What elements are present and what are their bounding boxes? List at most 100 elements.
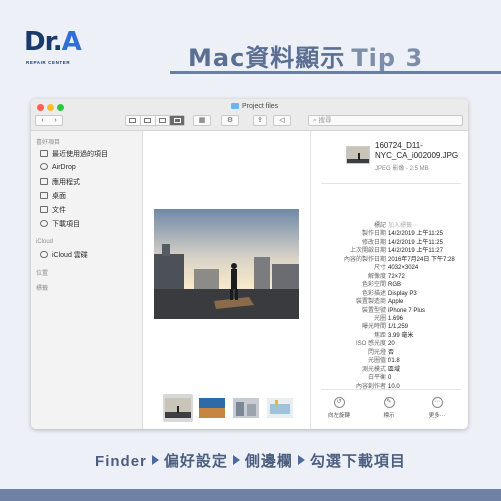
airdrop-icon: [40, 163, 48, 170]
sidebar-item-airdrop[interactable]: AirDrop: [40, 163, 76, 171]
metadata-value: f/1.8: [388, 358, 400, 365]
window-title: Project files: [231, 103, 278, 110]
logo-accent: A: [61, 27, 82, 57]
metadata-row: 上次開啟日期 14/2/2019 上午11:27: [311, 247, 468, 255]
metadata-value: 否: [388, 349, 395, 356]
metadata-key: ISO 感光度: [355, 341, 386, 348]
metadata-key: 解像度: [367, 273, 386, 280]
markup-icon: ✎: [383, 397, 395, 408]
metadata-value: RGB: [388, 282, 402, 289]
group-button[interactable]: ▦: [193, 115, 211, 126]
tip-number: Tip 3: [351, 44, 424, 72]
back-button[interactable]: ‹: [36, 116, 49, 125]
metadata-key: 標記: [373, 223, 386, 229]
icon-view-icon: [129, 118, 137, 123]
more-icon: ⋯: [431, 397, 443, 408]
documents-icon: [40, 206, 48, 213]
metadata-row: 光圈值 f/1.8: [311, 357, 468, 365]
metadata-row: 製作日期 14/2/2019 上午11:25: [311, 230, 468, 238]
downloads-icon: [40, 220, 48, 227]
thumbnail-2[interactable]: [199, 398, 225, 418]
minimize-window-button[interactable]: [47, 104, 54, 111]
gallery-view-icon: [173, 118, 181, 123]
metadata-value: 14/2/2019 上午11:27: [388, 248, 443, 255]
metadata-key: 曝光時間: [361, 324, 386, 331]
close-window-button[interactable]: [37, 104, 44, 111]
sidebar-item-icloud-drive[interactable]: iCloud 雲碟: [40, 250, 88, 260]
title-bar: Project files ‹ › ▦ ⚙ ⇪ ◁ ⌕ 搜尋: [31, 99, 468, 131]
zoom-window-button[interactable]: [57, 104, 64, 111]
thumbnail-4[interactable]: [267, 398, 293, 418]
metadata-value: 區域: [388, 366, 401, 373]
gallery-preview: [143, 131, 311, 429]
share-button[interactable]: ⇪: [253, 115, 267, 126]
metadata-key: 光圈值: [367, 358, 386, 365]
recents-icon: [40, 150, 48, 157]
more-button[interactable]: ⋯ 更多⋯: [417, 397, 457, 419]
metadata-value: 14/2/2019 上午11:25: [388, 239, 443, 246]
sidebar-section-tags: 標籤: [36, 286, 49, 292]
finder-window: Project files ‹ › ▦ ⚙ ⇪ ◁ ⌕ 搜尋 喜好項目 最近使用過…: [31, 99, 468, 429]
preview-image[interactable]: [154, 209, 299, 319]
list-view-button[interactable]: [141, 116, 156, 125]
step-sidebar: 側邊欄: [244, 453, 293, 470]
forward-button[interactable]: ›: [49, 116, 62, 125]
icloud-drive-icon: [40, 251, 48, 258]
sidebar-section-favorites: 喜好項目: [36, 140, 61, 146]
step-finder: Finder: [95, 453, 147, 470]
metadata-key: 尺寸: [373, 265, 386, 272]
gallery-view-button[interactable]: [170, 116, 184, 125]
divider: [321, 389, 461, 390]
metadata-value: 1/1,259: [388, 324, 409, 331]
metadata-row: 色彩空間 RGB: [311, 281, 468, 289]
metadata-key: 焦距: [373, 332, 386, 339]
add-tags-field[interactable]: 加入標籤⋯: [388, 222, 418, 230]
metadata-row: 內容的製作日期 2016年7月24日 下午7:28: [311, 256, 468, 264]
metadata-value: 72×72: [388, 273, 405, 280]
instruction-steps: Finder 偏好設定 側邊欄 勾選下載項目: [0, 450, 501, 482]
info-panel: 160724_D11- NYC_CA_i002009.JPG JPEG 影像 -…: [311, 131, 468, 429]
folder-icon: [231, 103, 239, 109]
sidebar: 喜好項目 最近使用過的項目 AirDrop 應用程式 桌面 文件 下載項目 iC…: [31, 131, 143, 429]
metadata-row: 測光模式 區域: [311, 366, 468, 374]
search-field[interactable]: ⌕ 搜尋: [308, 115, 463, 126]
logo-subtitle: REPAIR CENTER: [26, 60, 71, 65]
sidebar-section-icloud: iCloud: [36, 239, 54, 245]
rotate-left-button[interactable]: ↺ 向左旋轉: [319, 397, 359, 419]
grid-icon: ▦: [198, 117, 206, 124]
page-title: Mac資料顯示: [188, 44, 346, 72]
step-preferences: 偏好設定: [163, 453, 228, 470]
metadata-key: 內容的製作日期: [343, 256, 386, 263]
metadata-key: 白平衡: [367, 375, 386, 382]
metadata-key: 裝置型號: [361, 307, 386, 314]
metadata-key: 色彩描述: [361, 290, 386, 297]
sidebar-item-documents[interactable]: 文件: [40, 205, 66, 215]
logo-text: Dr.: [24, 27, 63, 57]
arrow-right-icon: [151, 455, 159, 465]
share-icon: ⇪: [257, 117, 263, 124]
metadata-value: 0: [388, 375, 392, 382]
icon-view-button[interactable]: [126, 116, 141, 125]
sidebar-item-downloads[interactable]: 下載項目: [40, 219, 80, 229]
markup-button[interactable]: ✎ 標示: [369, 397, 409, 419]
sidebar-item-recents[interactable]: 最近使用過的項目: [40, 149, 108, 159]
metadata-key: 製作日期: [361, 231, 386, 238]
metadata-key: 測光模式: [361, 366, 386, 373]
metadata-value: 1.696: [388, 315, 404, 322]
sidebar-item-desktop[interactable]: 桌面: [40, 191, 66, 201]
column-view-button[interactable]: [156, 116, 171, 125]
metadata-value: 20: [388, 341, 395, 348]
search-placeholder: 搜尋: [318, 117, 332, 124]
metadata-value: Display P3: [388, 290, 417, 297]
metadata-key: 光圈: [373, 315, 386, 322]
column-view-icon: [158, 118, 166, 123]
action-button[interactable]: ⚙: [221, 115, 239, 126]
metadata-key: 裝置製造商: [355, 299, 386, 306]
thumbnail-selected[interactable]: [163, 394, 193, 422]
metadata-row: ISO 感光度 20: [311, 340, 468, 348]
tag-button[interactable]: ◁: [273, 115, 291, 126]
thumbnail-3[interactable]: [233, 398, 259, 418]
metadata-row: 解像度 72×72: [311, 273, 468, 281]
divider: [321, 183, 461, 184]
sidebar-item-applications[interactable]: 應用程式: [40, 177, 80, 187]
